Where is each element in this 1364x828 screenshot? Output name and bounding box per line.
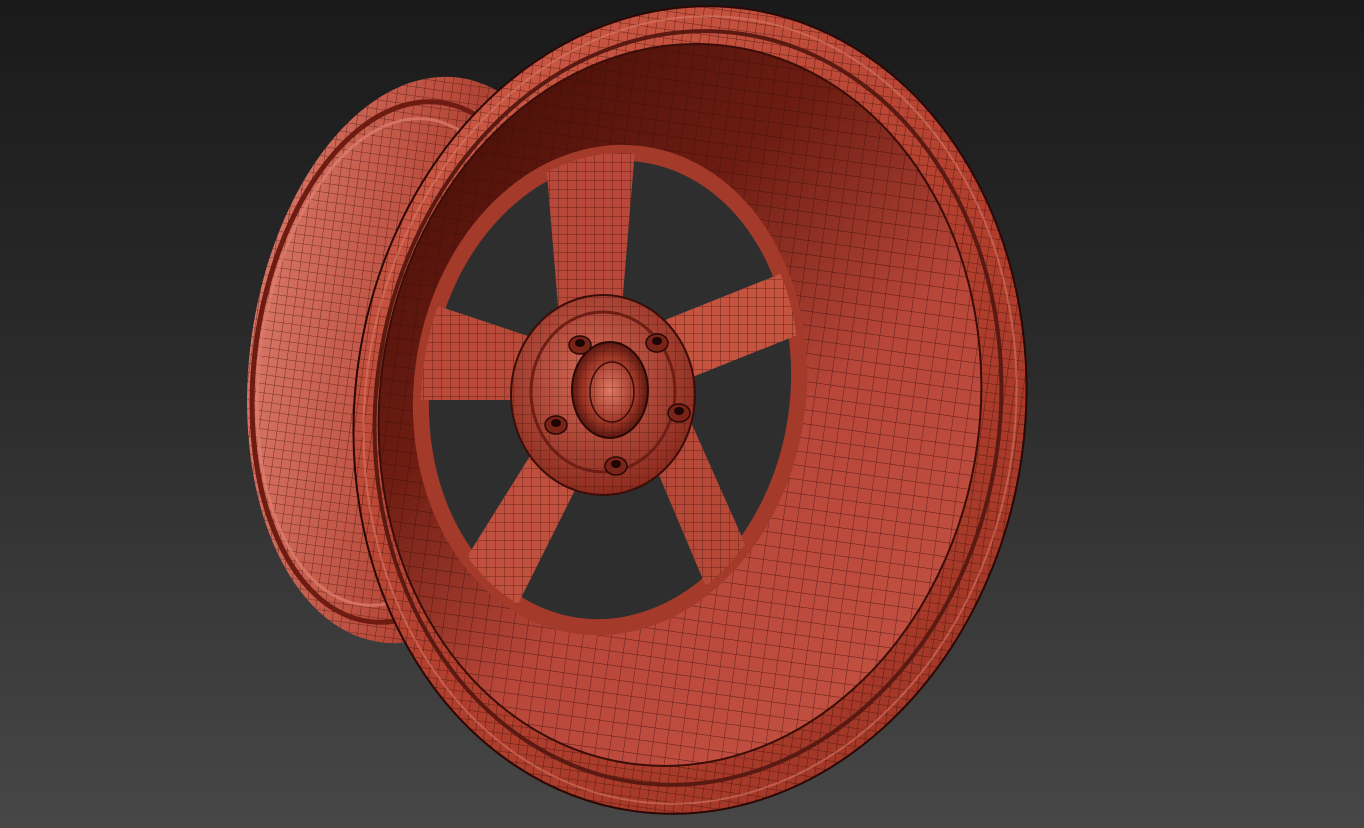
wheel-render [247,5,1028,815]
lug-nut-3 [667,403,691,423]
lug-nut-4 [604,456,628,476]
3d-viewport[interactable] [0,0,1364,828]
lug-nut-1 [568,335,592,355]
lug-nut-5 [544,415,568,435]
lug-nut-2 [645,333,669,353]
center-bore [571,341,649,439]
